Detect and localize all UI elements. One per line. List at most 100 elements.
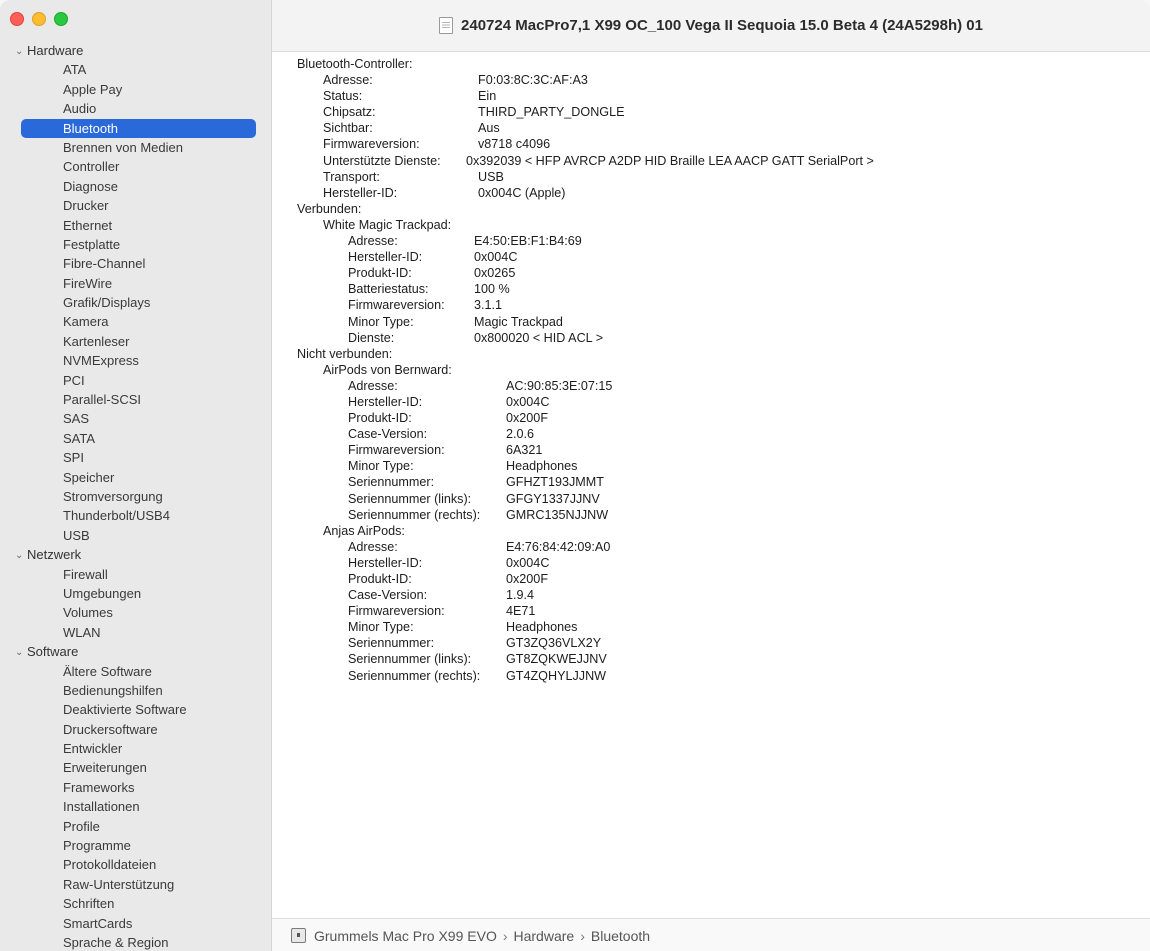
disclosure-chevron-icon[interactable]: ⌄ bbox=[15, 643, 27, 662]
info-key: Verbunden: bbox=[297, 201, 362, 216]
info-key: Firmwareversion: bbox=[348, 604, 445, 619]
info-row: Minor Type: Magic Trackpad bbox=[297, 314, 1137, 330]
info-value: THIRD_PARTY_DONGLE bbox=[478, 105, 625, 120]
sidebar-item-protokolldateien[interactable]: Protokolldateien bbox=[0, 855, 271, 874]
zoom-button[interactable] bbox=[54, 12, 68, 26]
breadcrumb-hardware[interactable]: Hardware bbox=[514, 928, 575, 944]
info-key: Minor Type: bbox=[348, 459, 414, 474]
sidebar-item-thunderbolt-usb4[interactable]: Thunderbolt/USB4 bbox=[0, 506, 271, 525]
sidebar-item-sprache-region[interactable]: Sprache & Region bbox=[0, 933, 271, 951]
sidebar-item-stromversorgung[interactable]: Stromversorgung bbox=[0, 487, 271, 506]
sidebar-item-diagnose[interactable]: Diagnose bbox=[0, 177, 271, 196]
system-information-window: ⌄ Hardware ATA Apple Pay Audio Bluetooth Brenn… bbox=[0, 0, 1150, 951]
info-key: Minor Type: bbox=[348, 314, 414, 329]
info-value: F0:03:8C:3C:AF:A3 bbox=[478, 73, 588, 88]
info-key: Nicht verbunden: bbox=[297, 346, 393, 361]
info-row: Firmwareversion: 4E71 bbox=[297, 603, 1137, 619]
info-key: Firmwareversion: bbox=[348, 443, 445, 458]
info-key: Seriennummer: bbox=[348, 475, 435, 490]
sidebar-item-wlan[interactable]: WLAN bbox=[0, 623, 271, 642]
info-row: Produkt-ID: 0x0265 bbox=[297, 265, 1137, 281]
info-value: v8718 c4096 bbox=[478, 137, 551, 152]
sidebar-item-entwickler[interactable]: Entwickler bbox=[0, 739, 271, 758]
sidebar-section-netzwerk[interactable]: ⌄ Netzwerk bbox=[0, 545, 271, 564]
info-value: GFGY1337JJNV bbox=[506, 491, 600, 506]
sidebar-section-hardware[interactable]: ⌄ Hardware bbox=[0, 41, 271, 60]
info-value: 0x004C bbox=[506, 394, 550, 409]
sidebar-item-smartcards[interactable]: SmartCards bbox=[0, 914, 271, 933]
sidebar-item-fibre-channel[interactable]: Fibre-Channel bbox=[0, 254, 271, 273]
sidebar-item-erweiterungen[interactable]: Erweiterungen bbox=[0, 758, 271, 777]
info-value: 0x004C bbox=[506, 555, 550, 570]
info-key: Firmwareversion: bbox=[348, 298, 445, 313]
info-key: Seriennummer (links): bbox=[348, 652, 472, 667]
sidebar-section-label: Software bbox=[27, 644, 79, 660]
info-value: GT3ZQ36VLX2Y bbox=[506, 636, 602, 651]
info-key: Adresse: bbox=[348, 234, 398, 249]
sidebar-item-drucker[interactable]: Drucker bbox=[0, 196, 271, 215]
info-key: Batteriestatus: bbox=[348, 282, 429, 297]
info-row: Status: Ein bbox=[297, 88, 1137, 104]
sidebar-item-apple-pay[interactable]: Apple Pay bbox=[0, 80, 271, 99]
sidebar-item-brennen-von-medien[interactable]: Brennen von Medien bbox=[0, 138, 271, 157]
sidebar-item-bedienungshilfen[interactable]: Bedienungshilfen bbox=[0, 681, 271, 700]
sidebar-item-programme[interactable]: Programme bbox=[0, 836, 271, 855]
sidebar-item-firewire[interactable]: FireWire bbox=[0, 274, 271, 293]
sidebar-item-speicher[interactable]: Speicher bbox=[0, 468, 271, 487]
breadcrumb-grummels-mac-pro-x99-evo[interactable]: Grummels Mac Pro X99 EVO bbox=[314, 928, 497, 944]
sidebar-item-bluetooth[interactable]: Bluetooth bbox=[21, 118, 256, 138]
breadcrumb-bluetooth[interactable]: Bluetooth bbox=[591, 928, 650, 944]
sidebar-item-ethernet[interactable]: Ethernet bbox=[0, 216, 271, 235]
info-key: Status: bbox=[323, 89, 363, 104]
sidebar-item-pci[interactable]: PCI bbox=[0, 371, 271, 390]
sidebar-item-audio[interactable]: Audio bbox=[0, 99, 271, 118]
sidebar-item-grafik-displays[interactable]: Grafik/Displays bbox=[0, 293, 271, 312]
sidebar-item-umgebungen[interactable]: Umgebungen bbox=[0, 584, 271, 603]
info-value: 6A321 bbox=[506, 443, 543, 458]
sidebar-item-volumes[interactable]: Volumes bbox=[0, 603, 271, 622]
sidebar-item-raw-unterstützung[interactable]: Raw-Unterstützung bbox=[0, 875, 271, 894]
sidebar-item-parallel-scsi[interactable]: Parallel-SCSI bbox=[0, 390, 271, 409]
info-key: Unterstützte Dienste: bbox=[323, 153, 441, 168]
info-value: AC:90:85:3E:07:15 bbox=[506, 378, 613, 393]
info-key: Produkt-ID: bbox=[348, 266, 412, 281]
sidebar-item-festplatte[interactable]: Festplatte bbox=[0, 235, 271, 254]
close-button[interactable] bbox=[10, 12, 24, 26]
info-value: 3.1.1 bbox=[474, 298, 503, 313]
info-row: Unterstützte Dienste: 0x392039 < HFP AVRC… bbox=[297, 153, 1137, 169]
sidebar-item-firewall[interactable]: Firewall bbox=[0, 565, 271, 584]
sidebar-item-ata[interactable]: ATA bbox=[0, 60, 271, 79]
sidebar-item-profile[interactable]: Profile bbox=[0, 817, 271, 836]
sidebar-item-spi[interactable]: SPI bbox=[0, 448, 271, 467]
breadcrumb-separator-icon: › bbox=[502, 927, 508, 944]
sidebar-item-schriften[interactable]: Schriften bbox=[0, 894, 271, 913]
sidebar-item-sata[interactable]: SATA bbox=[0, 429, 271, 448]
sidebar-item-frameworks[interactable]: Frameworks bbox=[0, 778, 271, 797]
sidebar-item-kamera[interactable]: Kamera bbox=[0, 312, 271, 331]
sidebar-item-installationen[interactable]: Installationen bbox=[0, 797, 271, 816]
info-value: 0x004C (Apple) bbox=[478, 185, 566, 200]
info-value: 4E71 bbox=[506, 604, 536, 619]
info-row: Minor Type: Headphones bbox=[297, 458, 1137, 474]
document-icon bbox=[439, 17, 454, 34]
sidebar-item-sas[interactable]: SAS bbox=[0, 409, 271, 428]
info-row: Verbunden: bbox=[297, 201, 1137, 217]
sidebar-item-usb[interactable]: USB bbox=[0, 526, 271, 545]
sidebar-item-druckersoftware[interactable]: Druckersoftware bbox=[0, 720, 271, 739]
minimize-button[interactable] bbox=[32, 12, 46, 26]
sidebar-item-deaktivierte-software[interactable]: Deaktivierte Software bbox=[0, 700, 271, 719]
info-value: E4:50:EB:F1:B4:69 bbox=[474, 234, 582, 249]
info-row: Adresse: E4:76:84:42:09:A0 bbox=[297, 539, 1137, 555]
info-key: Adresse: bbox=[348, 539, 398, 554]
sidebar-item-kartenleser[interactable]: Kartenleser bbox=[0, 332, 271, 351]
info-value: USB bbox=[478, 169, 504, 184]
disclosure-chevron-icon[interactable]: ⌄ bbox=[15, 42, 27, 61]
sidebar-section-software[interactable]: ⌄ Software bbox=[0, 642, 271, 661]
info-key: Adresse: bbox=[323, 73, 373, 88]
sidebar-item-controller[interactable]: Controller bbox=[0, 157, 271, 176]
info-key: Adresse: bbox=[348, 378, 398, 393]
info-row: Seriennummer: GT3ZQ36VLX2Y bbox=[297, 635, 1137, 651]
sidebar-item-ältere-software[interactable]: Ältere Software bbox=[0, 662, 271, 681]
sidebar-item-nvmexpress[interactable]: NVMExpress bbox=[0, 351, 271, 370]
disclosure-chevron-icon[interactable]: ⌄ bbox=[15, 546, 27, 565]
